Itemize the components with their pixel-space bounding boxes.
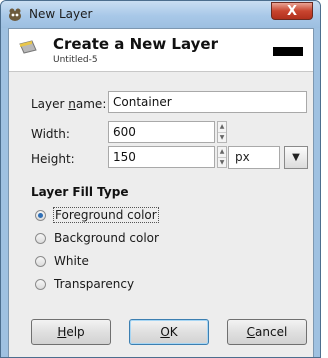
- radio-label: Foreground color: [53, 207, 159, 223]
- height-spinner[interactable]: ▲ ▼: [217, 146, 227, 168]
- width-down-icon[interactable]: ▼: [218, 132, 226, 143]
- height-label: Height:: [31, 152, 75, 166]
- width-up-icon[interactable]: ▲: [218, 122, 226, 132]
- unit-value: px: [228, 146, 280, 169]
- radio-foreground-color[interactable]: Foreground color: [35, 206, 159, 224]
- radio-selected-icon[interactable]: [35, 209, 46, 221]
- radio-label: Background color: [54, 231, 159, 245]
- close-icon: X: [286, 3, 298, 19]
- radio-icon[interactable]: [35, 232, 46, 244]
- chevron-down-icon[interactable]: ▼: [284, 146, 308, 169]
- height-up-icon[interactable]: ▲: [218, 147, 226, 157]
- cancel-button[interactable]: Cancel: [227, 319, 307, 345]
- fill-type-heading: Layer Fill Type: [31, 185, 129, 199]
- title-bar[interactable]: New Layer X: [1, 1, 320, 28]
- radio-icon[interactable]: [35, 255, 46, 267]
- radio-white[interactable]: White: [35, 252, 89, 270]
- radio-background-color[interactable]: Background color: [35, 229, 159, 247]
- width-label: Width:: [31, 127, 70, 141]
- help-button[interactable]: Help: [31, 319, 111, 345]
- dialog-header: Create a New Layer Untitled-5: [9, 29, 313, 72]
- unit-dropdown[interactable]: px ▼: [228, 146, 308, 169]
- width-spinner[interactable]: ▲ ▼: [217, 121, 227, 143]
- width-input[interactable]: [108, 121, 215, 143]
- gimp-app-icon: [9, 8, 21, 21]
- radio-icon[interactable]: [35, 278, 46, 290]
- layer-name-label: Layer name:: [31, 97, 107, 111]
- image-name: Untitled-5: [53, 55, 98, 65]
- radio-label: White: [54, 254, 89, 268]
- new-layer-window: New Layer X Create a New Layer Untitled-…: [0, 0, 321, 358]
- height-input[interactable]: [108, 146, 215, 168]
- ok-button[interactable]: OK: [129, 319, 209, 345]
- dialog-title: Create a New Layer: [53, 35, 218, 53]
- radio-label: Transparency: [54, 277, 135, 291]
- height-down-icon[interactable]: ▼: [218, 157, 226, 168]
- window-title: New Layer: [29, 7, 93, 21]
- fill-color-swatch: [273, 47, 303, 56]
- layer-name-input[interactable]: [108, 91, 307, 113]
- new-layer-icon: [19, 40, 37, 54]
- close-button[interactable]: X: [271, 2, 313, 20]
- radio-transparency[interactable]: Transparency: [35, 275, 134, 293]
